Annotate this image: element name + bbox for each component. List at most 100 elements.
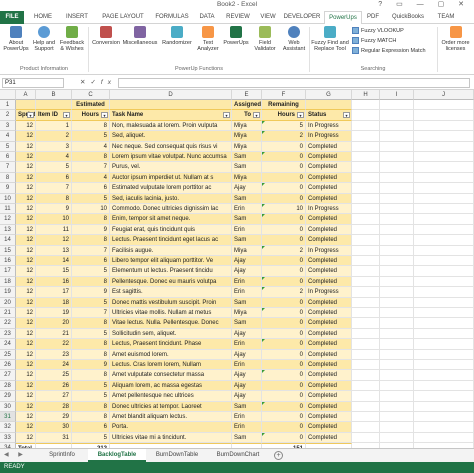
fuzzy-match-item[interactable]: Fuzzy MATCH	[352, 37, 396, 46]
column-header[interactable]: I	[380, 90, 414, 100]
empty-cell[interactable]	[352, 214, 380, 225]
formula-controls[interactable]: ✕✓fx	[80, 78, 116, 86]
column-heading[interactable]: Hours ▾	[72, 110, 110, 121]
empty-cell[interactable]	[352, 245, 380, 256]
web-assistant-button[interactable]: Web Assistant	[281, 26, 307, 52]
row-header[interactable]: 28	[0, 380, 16, 392]
enter-icon[interactable]: ✓	[90, 79, 100, 86]
table-cell[interactable]: Ajay	[232, 391, 262, 402]
empty-cell[interactable]	[380, 360, 414, 371]
table-cell[interactable]: 12	[16, 162, 36, 173]
table-cell[interactable]: 9	[72, 360, 110, 371]
empty-cell[interactable]	[352, 193, 380, 204]
empty-cell[interactable]	[380, 349, 414, 360]
table-cell[interactable]: Completed	[306, 349, 352, 360]
select-all-corner[interactable]	[0, 90, 16, 100]
empty-cell[interactable]	[414, 214, 474, 225]
table-cell[interactable]: 0	[262, 432, 306, 444]
table-cell[interactable]: 30	[36, 422, 72, 433]
table-cell[interactable]: 0	[262, 339, 306, 350]
table-cell[interactable]: 9	[72, 224, 110, 236]
table-cell[interactable]: Non, malesuada at lorem. Proin vulputa	[110, 120, 232, 132]
empty-cell[interactable]	[352, 328, 380, 340]
table-cell[interactable]: Miya	[232, 131, 262, 142]
table-cell[interactable]: 10	[72, 204, 110, 215]
table-cell[interactable]: 6	[72, 422, 110, 433]
row-header[interactable]: 31	[0, 412, 16, 423]
empty-cell[interactable]	[414, 183, 474, 194]
table-cell[interactable]: Sam	[232, 214, 262, 225]
filter-dropdown-icon[interactable]: ▾	[223, 112, 230, 119]
table-cell[interactable]: Ajay	[232, 256, 262, 267]
table-cell[interactable]: 8	[72, 349, 110, 360]
empty-cell[interactable]	[380, 297, 414, 308]
table-cell[interactable]: 5	[72, 193, 110, 204]
window-controls[interactable]: ? ▭ — ▢ ✕	[378, 0, 470, 8]
table-cell[interactable]: 5	[72, 391, 110, 402]
empty-cell[interactable]	[414, 391, 474, 402]
table-cell[interactable]: 0	[262, 318, 306, 329]
table-cell[interactable]: 8	[72, 214, 110, 225]
empty-cell[interactable]	[352, 380, 380, 392]
sheet-nav-arrows[interactable]: ◀ ▶	[4, 451, 27, 458]
table-cell[interactable]: 8	[72, 401, 110, 412]
order-licenses-button[interactable]: Order more licenses	[439, 26, 472, 52]
table-cell[interactable]: 12	[16, 401, 36, 412]
table-cell[interactable]: Completed	[306, 297, 352, 308]
table-cell[interactable]: Erin	[232, 360, 262, 371]
column-heading[interactable]: Hours ▾	[262, 110, 306, 121]
table-cell[interactable]: Miya	[232, 245, 262, 256]
table-cell[interactable]: 12	[16, 120, 36, 132]
table-cell[interactable]: 9	[72, 287, 110, 298]
table-cell[interactable]: Libero tempor elit aliquam porttitor. Ve	[110, 256, 232, 267]
table-cell[interactable]: Lorem ipsum vitae volutpat. Nunc accumsa	[110, 152, 232, 163]
table-cell[interactable]: Completed	[306, 432, 352, 444]
empty-cell[interactable]	[352, 266, 380, 277]
table-cell[interactable]: Completed	[306, 235, 352, 246]
empty-cell[interactable]	[380, 432, 414, 444]
table-cell[interactable]: Sam	[232, 152, 262, 163]
table-cell[interactable]: Sam	[232, 432, 262, 444]
empty-cell[interactable]	[352, 152, 380, 163]
table-cell[interactable]: Completed	[306, 224, 352, 236]
table-cell[interactable]: 9	[36, 204, 72, 215]
randomizer-button[interactable]: Randomizer	[160, 26, 194, 46]
table-cell[interactable]: Enim, tempor sit amet neque.	[110, 214, 232, 225]
row-header[interactable]: 12	[0, 214, 16, 225]
empty-cell[interactable]	[352, 256, 380, 267]
table-cell[interactable]: Completed	[306, 391, 352, 402]
table-cell[interactable]: 0	[262, 412, 306, 423]
row-header[interactable]: 29	[0, 391, 16, 402]
table-cell[interactable]: 5	[262, 120, 306, 132]
about-powerups-button[interactable]: About PowerUps	[3, 26, 29, 52]
table-cell[interactable]: 2	[262, 131, 306, 142]
table-cell[interactable]: 12	[16, 245, 36, 256]
table-cell[interactable]: 12	[16, 172, 36, 184]
table-cell[interactable]: 0	[262, 308, 306, 319]
regex-match-item[interactable]: Regular Expression Match	[352, 47, 426, 56]
table-cell[interactable]: 12	[16, 297, 36, 308]
row-header[interactable]: 23	[0, 328, 16, 340]
row-header[interactable]: 27	[0, 370, 16, 381]
column-header[interactable]: A	[16, 90, 36, 100]
table-cell[interactable]: Elementum ut lectus. Praesent tincidu	[110, 266, 232, 277]
table-cell[interactable]: Ultricies vitae mollis. Nullam at metus	[110, 308, 232, 319]
table-cell[interactable]: 12	[16, 391, 36, 402]
column-heading[interactable]: Task Name ▾	[110, 110, 232, 121]
empty-cell[interactable]	[380, 120, 414, 132]
table-cell[interactable]: Erin	[232, 204, 262, 215]
table-cell[interactable]: Donec ultricies at tempor. Laoreet	[110, 401, 232, 412]
table-cell[interactable]: 6	[36, 172, 72, 184]
empty-cell[interactable]	[380, 318, 414, 329]
table-cell[interactable]: 12	[16, 318, 36, 329]
row-header[interactable]: 33	[0, 432, 16, 444]
table-cell[interactable]: Completed	[306, 256, 352, 267]
table-cell[interactable]: Sam	[232, 401, 262, 412]
table-cell[interactable]: 0	[262, 380, 306, 392]
row-header[interactable]: 18	[0, 276, 16, 288]
table-cell[interactable]: Erin	[232, 422, 262, 433]
empty-cell[interactable]	[380, 391, 414, 402]
table-cell[interactable]: Erin	[232, 287, 262, 298]
table-cell[interactable]: Miya	[232, 120, 262, 132]
table-cell[interactable]: Sed, aliquet.	[110, 131, 232, 142]
